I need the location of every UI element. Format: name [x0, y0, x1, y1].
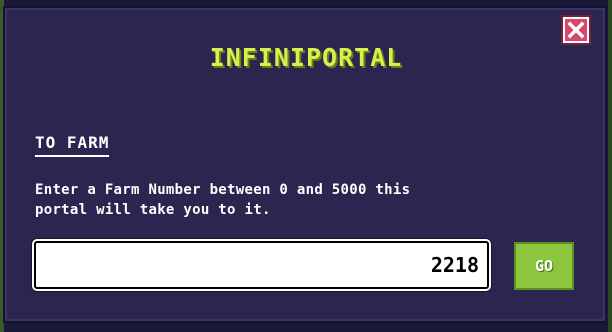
close-button[interactable]	[563, 17, 589, 43]
dialog-title: INFINIPORTAL	[209, 43, 403, 72]
farm-number-input[interactable]	[34, 241, 489, 289]
close-icon	[567, 21, 585, 39]
portal-description: Enter a Farm Number between 0 and 5000 t…	[35, 182, 411, 218]
section-heading-to-farm: TO FARM	[35, 133, 110, 157]
go-button[interactable]: GO	[514, 242, 574, 290]
